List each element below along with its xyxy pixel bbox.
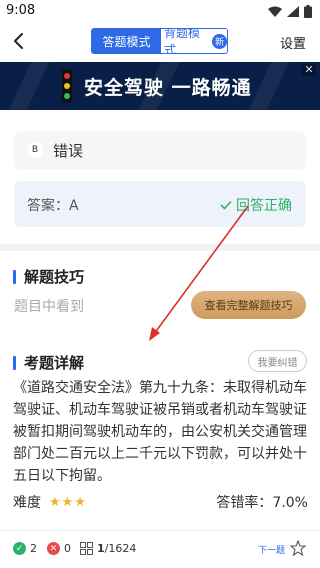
signal-icon — [287, 6, 299, 17]
heading-bar — [13, 269, 16, 284]
wifi-icon — [268, 6, 282, 17]
question-meta: 难度 ★★★ 答错率：7.0% — [13, 492, 308, 512]
cross-circle-icon: ✕ — [47, 542, 60, 555]
banner-stripe — [248, 62, 290, 110]
status-icons — [268, 5, 312, 18]
back-arrow-icon[interactable] — [8, 30, 30, 52]
option-letter: B — [27, 142, 43, 158]
question-grid-button[interactable]: 1/1624 — [80, 542, 136, 555]
star-rating: ★★★ — [49, 494, 87, 510]
wrong-count: ✕ 0 — [47, 542, 71, 555]
check-circle-icon: ✓ — [13, 542, 26, 555]
tips-preview: 题目中看到 — [14, 299, 84, 315]
mode-switch: 答题模式 背题模式 新 — [91, 28, 228, 54]
view-full-tips-button[interactable]: 查看完整解题技巧 — [191, 291, 306, 319]
tab-memorize-mode[interactable]: 背题模式 新 — [161, 29, 227, 53]
option-label: 错误 — [53, 142, 84, 160]
grid-icon — [80, 542, 93, 555]
difficulty-label: 难度 — [13, 495, 41, 511]
error-rate: 答错率：7.0% — [216, 495, 308, 511]
progress-total: /1624 — [104, 542, 137, 555]
difficulty: 难度 ★★★ — [13, 492, 87, 512]
status-bar: 9:08 — [0, 0, 320, 24]
battery-icon — [304, 5, 312, 18]
star-outline-icon[interactable] — [290, 540, 306, 556]
correct-count: ✓ 2 — [13, 542, 37, 555]
wrong-count-value: 0 — [64, 542, 71, 555]
section-divider — [0, 244, 320, 251]
answer-label: 答案：A — [27, 198, 79, 214]
new-badge: 新 — [212, 33, 227, 49]
tips-heading: 解题技巧 — [13, 266, 84, 287]
bottom-bar: ✓ 2 ✕ 0 1/1624 下一题 — [0, 530, 320, 568]
detail-text: 《道路交通安全法》第九十九条：未取得机动车驾驶证、机动车驾驶证被吊销或者机动车驾… — [13, 380, 307, 484]
tab-answer-mode[interactable]: 答题模式 — [92, 29, 161, 53]
detail-heading: 考题详解 — [13, 352, 84, 373]
banner-close-icon[interactable]: ✕ — [302, 64, 316, 76]
answer-box: 答案：A 回答正确 — [14, 181, 306, 227]
tab-memorize-label: 背题模式 — [164, 28, 201, 54]
detail-title: 考题详解 — [24, 354, 85, 372]
progress-current: 1 — [97, 542, 105, 555]
banner-stripe — [8, 62, 50, 110]
settings-button[interactable]: 设置 — [280, 33, 306, 52]
next-question-button[interactable]: 下一题 — [258, 543, 285, 556]
status-time: 9:08 — [6, 3, 36, 18]
option-b[interactable]: B 错误 — [14, 131, 306, 169]
ad-banner[interactable]: 安全驾驶 一路畅通 ✕ — [0, 62, 320, 110]
check-icon — [220, 200, 232, 210]
heading-bar — [13, 355, 16, 370]
traffic-light-icon — [62, 69, 72, 103]
report-error-button[interactable]: 我要纠错 — [248, 350, 307, 372]
answer-result-text: 回答正确 — [236, 198, 292, 214]
correct-count-value: 2 — [30, 542, 37, 555]
tips-title: 解题技巧 — [24, 268, 85, 286]
top-nav: 答题模式 背题模式 新 设置 — [0, 24, 320, 60]
banner-text: 安全驾驶 一路畅通 — [84, 77, 252, 99]
answer-result: 回答正确 — [220, 195, 292, 215]
